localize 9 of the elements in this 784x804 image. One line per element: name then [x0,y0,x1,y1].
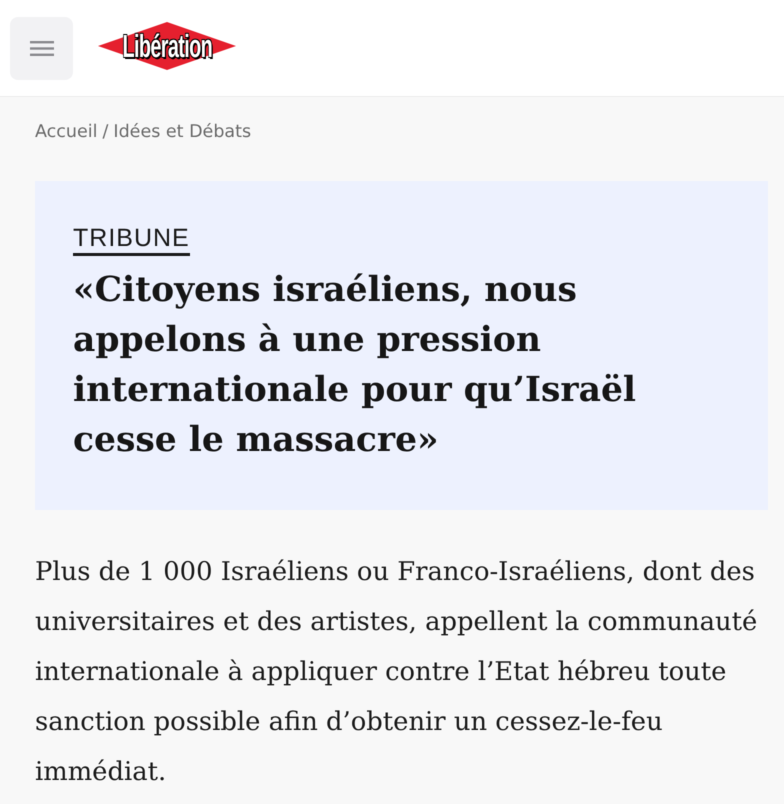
article-lead: Plus de 1 000 Israéliens ou Franco-Israéliens, dont des universitaires et des artistes, appellent la communauté internationale à appliquer contre l’Etat hébreu toute sanction possible afin d’obtenir un cessez-le-feu immédiat. [35,556,758,789]
site-logo[interactable]: Libération [98,19,236,73]
breadcrumb-link[interactable]: Idées et Débats [113,120,252,144]
breadcrumb-link[interactable]: Accueil [35,120,98,144]
menu-button[interactable] [10,16,73,80]
menu-icon [30,40,54,56]
article-title: «Citoyens israéliens, nous appelons à une pression internationale pour qu’Israël cesse le massacre» [73,269,638,462]
breadcrumb-separator: / [102,121,108,144]
section-kicker[interactable]: TRIBUNE [73,223,190,256]
